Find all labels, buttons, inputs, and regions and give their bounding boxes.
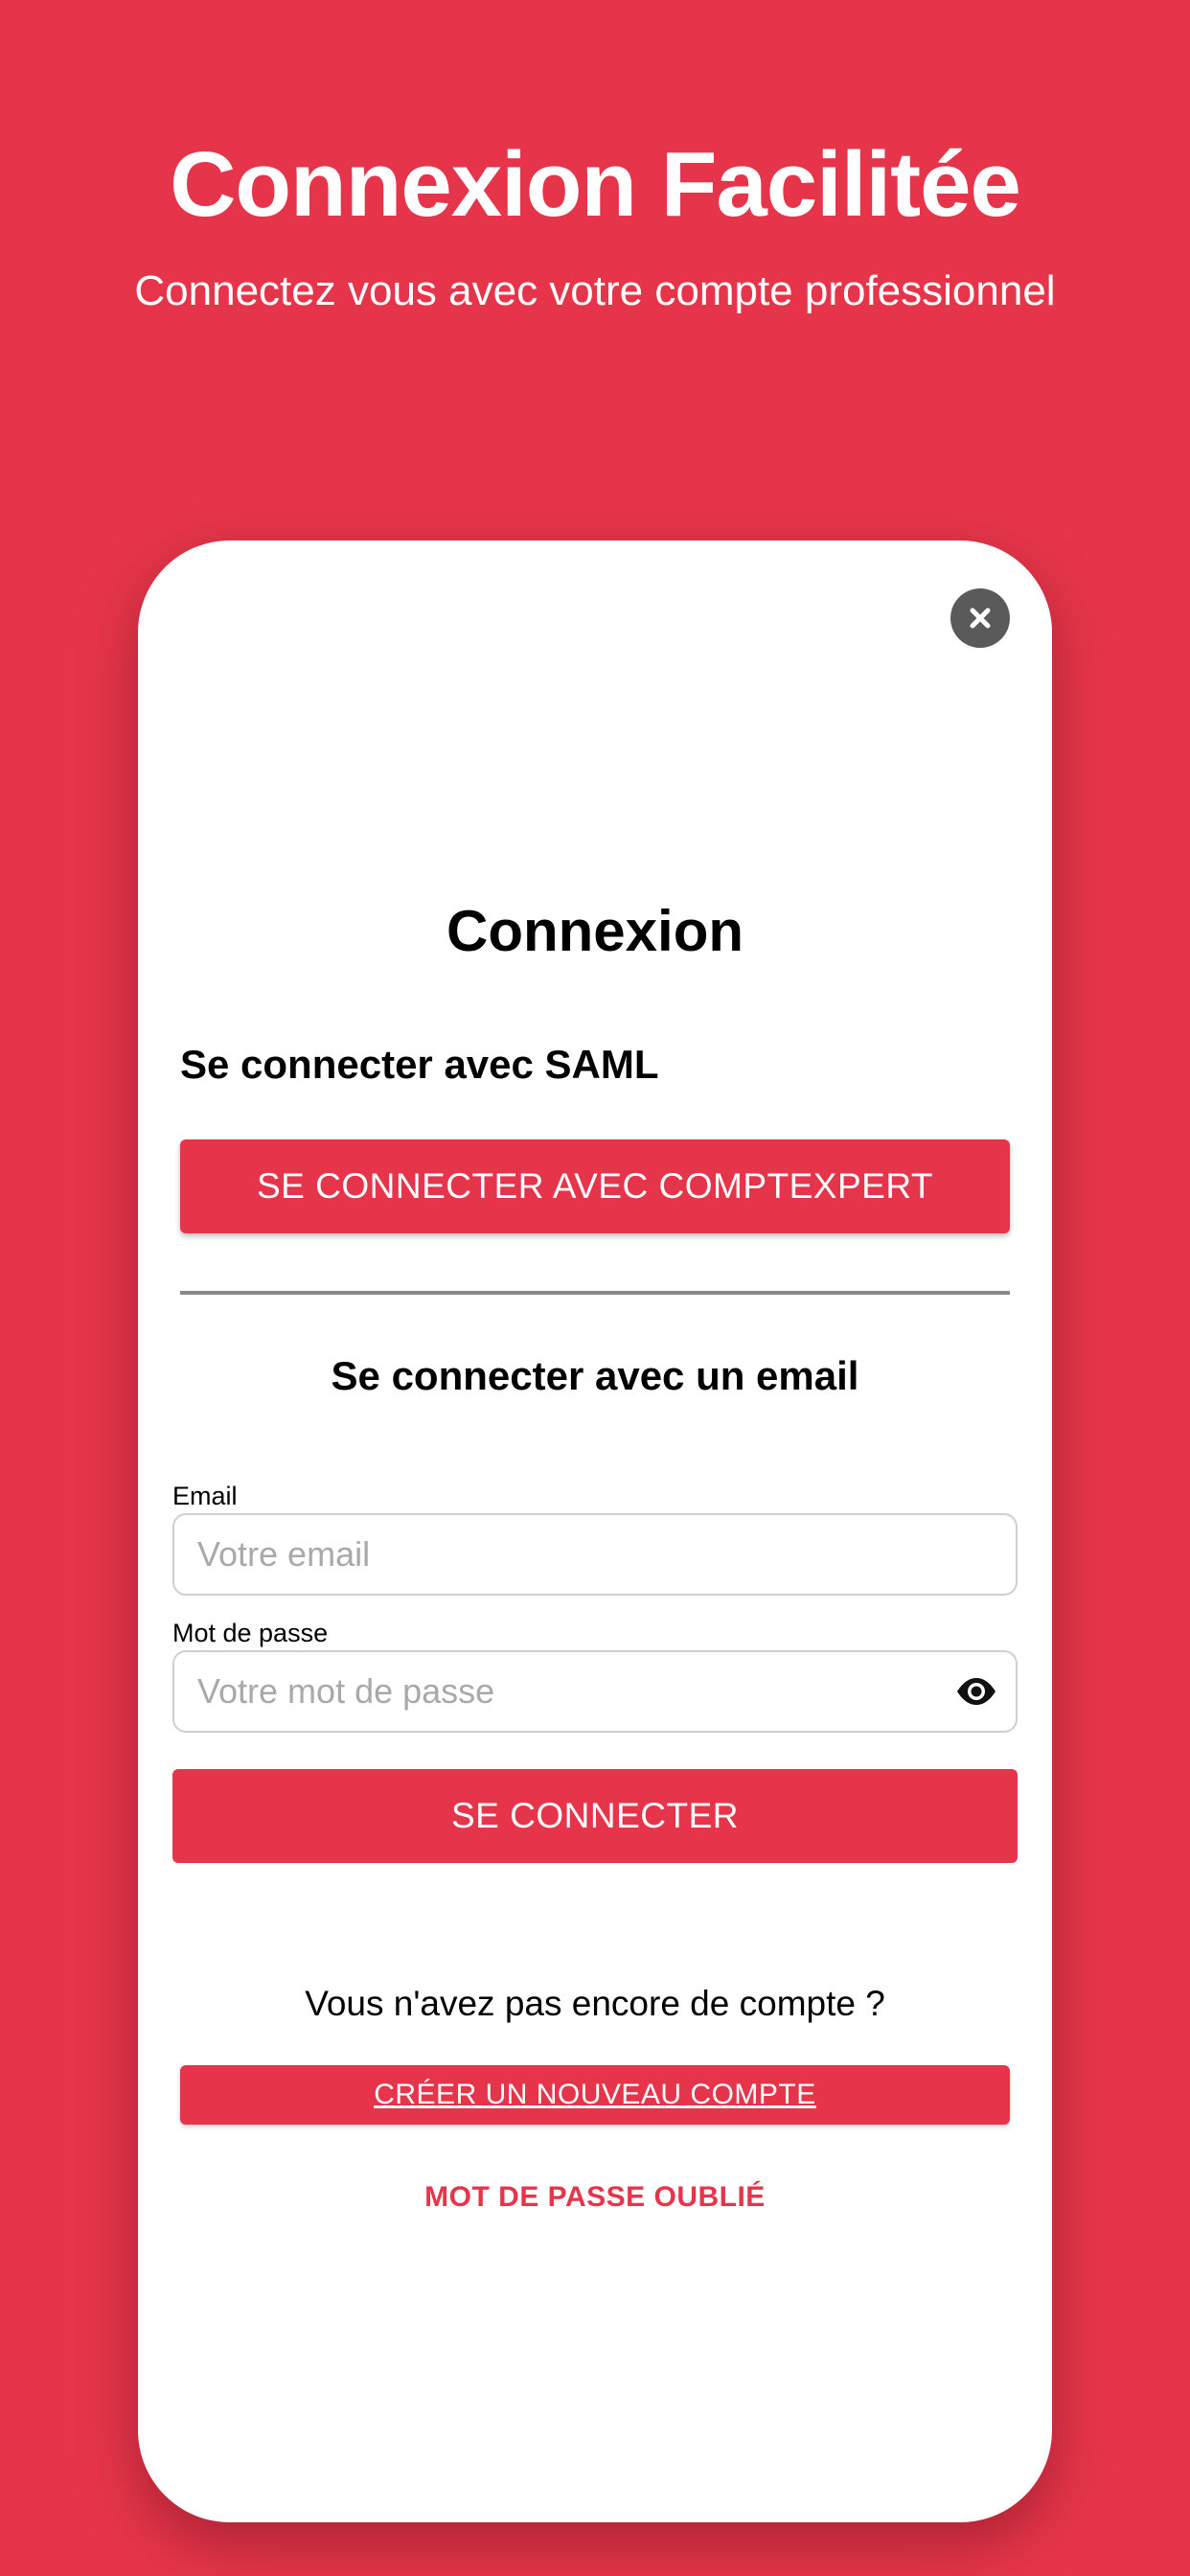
close-button[interactable] [950, 588, 1010, 648]
promo-subtitle: Connectez vous avec votre compte profess… [134, 267, 1056, 314]
page-title: Connexion [446, 899, 744, 963]
section-divider [180, 1291, 1010, 1295]
password-label: Mot de passe [172, 1619, 329, 1647]
saml-login-button[interactable]: SE CONNECTER AVEC COMPTEXPERT [180, 1139, 1010, 1233]
email-input[interactable] [197, 1515, 945, 1594]
eye-icon [957, 1678, 995, 1705]
phone-screen: Connexion Se connecter avec SAML SE CONN… [138, 540, 1052, 2522]
close-icon [970, 608, 991, 629]
email-label: Email [172, 1482, 238, 1510]
login-button[interactable]: SE CONNECTER [172, 1769, 1018, 1863]
no-account-text: Vous n'avez pas encore de compte ? [305, 1984, 885, 2023]
create-account-button[interactable]: CRÉER UN NOUVEAU COMPTE [180, 2065, 1010, 2125]
password-field[interactable] [172, 1650, 1018, 1733]
email-section-heading: Se connecter avec un email [331, 1353, 859, 1398]
password-input[interactable] [197, 1652, 945, 1731]
promo-title: Connexion Facilitée [170, 133, 1021, 236]
forgot-password-link[interactable]: MOT DE PASSE OUBLIÉ [138, 2180, 1052, 2215]
saml-section-heading: Se connecter avec SAML [180, 1042, 659, 1087]
password-visibility-toggle[interactable] [954, 1671, 998, 1712]
email-field[interactable] [172, 1513, 1018, 1596]
